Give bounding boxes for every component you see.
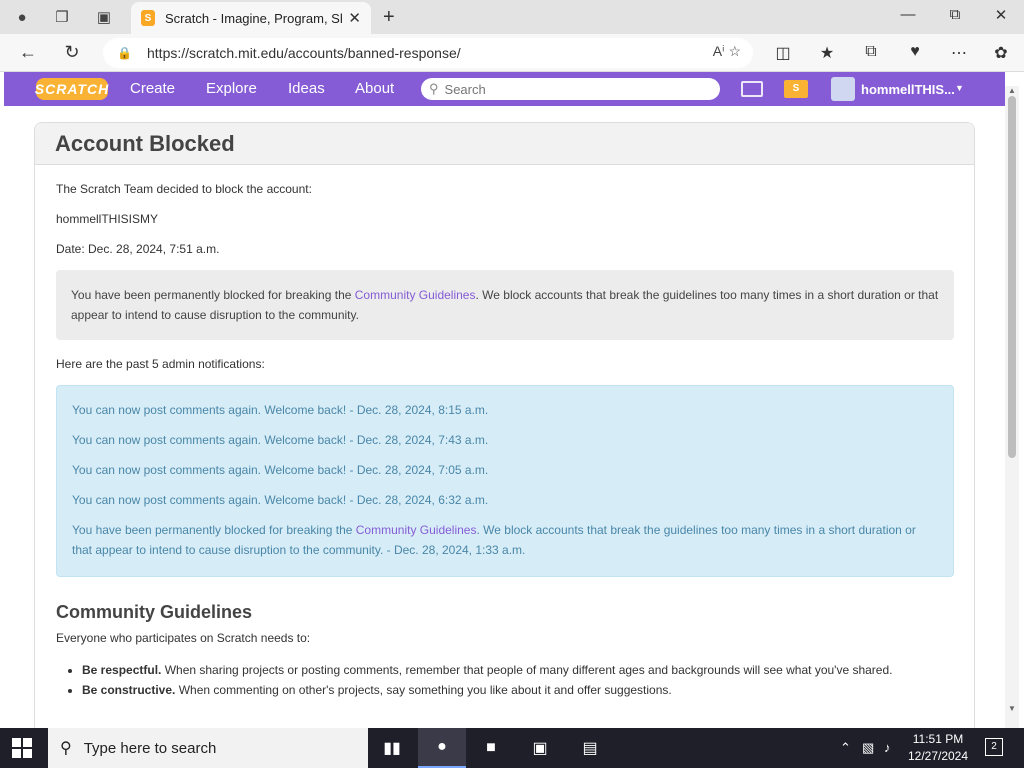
box-header: Account Blocked [35,123,974,165]
clock-time: 11:51 PM [912,732,964,746]
clock-date: 12/27/2024 [907,749,969,763]
community-guidelines-intro: Everyone who participates on Scratch nee… [56,631,311,645]
page-title: Account Blocked [55,131,235,156]
browser-essentials-icon[interactable]: ♥ [904,43,926,61]
guideline-bold: Be respectful. [82,663,162,677]
document-app-icon[interactable]: ▤ [566,728,614,768]
community-guidelines-link[interactable]: Community Guidelines [355,288,476,302]
browser-tab[interactable]: S Scratch - Imagine, Program, Share ✕ [131,2,371,34]
account-name: hommellTHISISMY [56,212,159,226]
more-options-icon[interactable]: ⋯ [948,43,970,63]
notification-center-icon[interactable]: 2 [985,738,1003,756]
scratch-navbar: SCRATCH Create Explore Ideas About ⚲ S h… [4,72,1005,106]
username[interactable]: hommellTHIS... [861,82,955,97]
file-explorer-icon[interactable]: ■ [467,728,515,768]
browser-titlebar: ● ❐ ▣ S Scratch - Imagine, Program, Shar… [0,0,1024,34]
list-item: Be respectful. When sharing projects or … [82,660,952,680]
scroll-up-icon[interactable]: ▲ [1008,86,1016,95]
tab-actions-icon[interactable]: ▣ [93,7,115,27]
notifications-heading: Here are the past 5 admin notifications: [56,357,265,371]
scroll-down-icon[interactable]: ▼ [1008,704,1016,713]
start-button[interactable] [12,738,32,758]
new-tab-button[interactable]: + [383,6,395,29]
block-date: Date: Dec. 28, 2024, 7:51 a.m. [56,242,220,256]
close-window-icon[interactable]: ✕ [986,6,1016,24]
windows-taskbar: ⚲ Type here to search ▮▮ ● ■ ▣ ▤ ⌃ ▧ ♪ 1… [0,728,1024,768]
collections-icon[interactable]: ⧉ [860,43,882,61]
block-message-pre: You have been permanently blocked for br… [71,288,355,302]
volume-icon[interactable]: ♪ [884,740,891,755]
search-icon: ⚲ [429,81,439,96]
taskbar-search[interactable]: ⚲ Type here to search [48,728,368,768]
community-guidelines-link[interactable]: Community Guidelines [356,523,477,537]
system-clock[interactable]: 11:51 PM 12/27/2024 [905,731,971,765]
messages-icon[interactable] [741,81,763,97]
lock-icon[interactable]: 🔒 [117,46,132,60]
tab-title: Scratch - Imagine, Program, Share [165,10,342,26]
favorites-icon[interactable]: ★ [816,43,838,63]
close-tab-icon[interactable]: ✕ [348,9,361,27]
copilot-icon[interactable]: ✿ [990,43,1012,63]
edge-icon[interactable]: ● [418,728,466,768]
intro-text: The Scratch Team decided to block the ac… [56,182,312,196]
network-icon[interactable]: ▧ [862,740,874,756]
guideline-bold: Be constructive. [82,683,176,697]
list-item: Be constructive. When commenting on othe… [82,680,952,700]
app-window-icon[interactable]: ▣ [516,728,564,768]
notification-item: You can now post comments again. Welcome… [72,433,489,447]
address-bar[interactable]: 🔒 https://scratch.mit.edu/accounts/banne… [103,38,753,68]
browser-toolbar: ← ↻ 🔒 https://scratch.mit.edu/accounts/b… [0,34,1024,72]
split-screen-icon[interactable]: ◫ [772,43,794,63]
last-notification-pre: You have been permanently blocked for br… [72,523,356,537]
refresh-icon[interactable]: ↻ [61,42,83,63]
nav-create[interactable]: Create [130,80,175,97]
url-text[interactable]: https://scratch.mit.edu/accounts/banned-… [147,45,461,61]
workspaces-icon[interactable]: ❐ [51,7,73,27]
my-stuff-icon[interactable]: S [784,80,808,98]
back-icon[interactable]: ← [17,42,39,63]
nav-ideas[interactable]: Ideas [288,80,325,97]
scratch-favicon-icon: S [141,10,155,26]
chevron-down-icon[interactable]: ▼ [955,83,964,93]
account-blocked-box: Account Blocked The Scratch Team decided… [34,122,975,728]
scrollbar-thumb[interactable] [1008,96,1016,458]
search-icon: ⚲ [60,740,72,757]
page-viewport: SCRATCH Create Explore Ideas About ⚲ S h… [0,72,1024,728]
task-view-icon[interactable]: ▮▮ [368,728,416,768]
nav-about[interactable]: About [355,80,394,97]
guideline-text: When sharing projects or posting comment… [161,663,893,677]
notification-item: You have been permanently blocked for br… [72,520,938,560]
show-hidden-icons-icon[interactable]: ⌃ [840,740,851,756]
profile-icon[interactable]: ● [11,7,33,27]
read-aloud-and-favorite-icons[interactable]: Aⁱ ☆ [713,43,741,60]
taskbar-search-input[interactable]: Type here to search [84,740,217,757]
guideline-text: When commenting on other's projects, say… [175,683,672,697]
guidelines-list: Be respectful. When sharing projects or … [82,660,952,700]
scratch-search-bar[interactable]: ⚲ [421,78,720,100]
scratch-logo[interactable]: SCRATCH [35,78,108,100]
restore-icon[interactable]: ⧉ [940,6,970,23]
notifications-panel: You can now post comments again. Welcome… [56,385,954,577]
search-input[interactable] [444,81,695,97]
nav-explore[interactable]: Explore [206,80,257,97]
notification-item: You can now post comments again. Welcome… [72,493,489,507]
community-guidelines-title: Community Guidelines [56,602,253,622]
block-message-panel: You have been permanently blocked for br… [56,270,954,340]
notification-item: You can now post comments again. Welcome… [72,463,489,477]
minimize-icon[interactable]: — [893,6,923,23]
avatar[interactable] [831,77,855,101]
notification-item: You can now post comments again. Welcome… [72,403,489,417]
